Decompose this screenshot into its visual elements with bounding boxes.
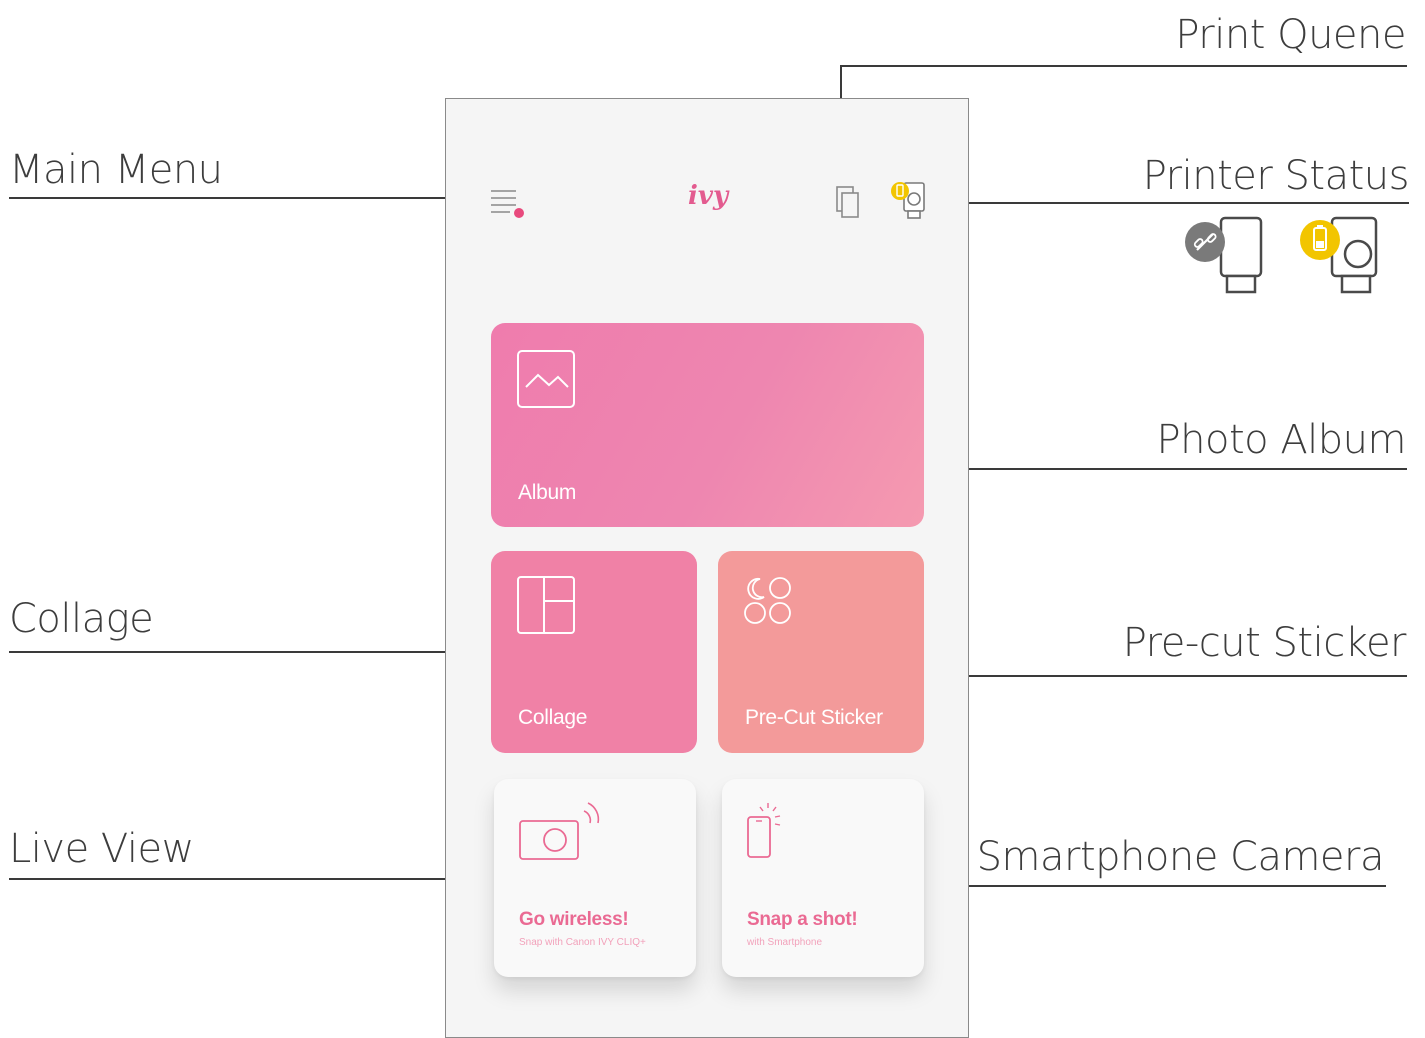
leader-print-queue-h [840, 65, 1407, 67]
image-icon [517, 350, 575, 408]
collage-label: Collage [518, 706, 588, 729]
printer-status-icon [891, 182, 925, 219]
printer-low-battery-icon [1298, 214, 1384, 296]
callout-collage: Collage [9, 596, 154, 642]
main-menu-button[interactable] [490, 187, 530, 221]
print-queue-icon [836, 186, 859, 218]
phone-screen: ivy Album Collage Pre-Cut Sticker Go wir… [445, 98, 969, 1038]
callout-print-queue: Print Quene [1175, 12, 1406, 58]
pre-cut-sticker-tile[interactable]: Pre-Cut Sticker [718, 551, 924, 753]
hamburger-menu-icon [491, 190, 524, 218]
callout-printer-status: Printer Status [1142, 153, 1410, 199]
album-label: Album [518, 481, 577, 504]
live-view-card[interactable]: Go wireless! Snap with Canon IVY CLIQ+ [494, 779, 696, 977]
callout-live-view: Live View [9, 826, 194, 872]
printer-status-button[interactable] [886, 179, 932, 225]
callout-smartphone-camera: Smartphone Camera [976, 834, 1385, 880]
leader-printer-status [942, 202, 1409, 204]
leader-pre-cut-sticker [900, 675, 1407, 677]
smartphone-camera-subtitle: with Smartphone [747, 937, 823, 948]
collage-tile[interactable]: Collage [491, 551, 697, 753]
smartphone-camera-card[interactable]: Snap a shot! with Smartphone [722, 779, 924, 977]
wireless-camera-icon [519, 802, 600, 860]
printer-disconnected-icon [1183, 214, 1269, 296]
smartphone-icon [747, 803, 781, 858]
sticker-circles-icon [744, 577, 791, 624]
leader-main-menu [9, 197, 482, 199]
smartphone-camera-title: Snap a shot! [747, 909, 858, 930]
album-tile[interactable]: Album [491, 323, 924, 527]
pre-cut-sticker-label: Pre-Cut Sticker [745, 706, 883, 729]
callout-pre-cut-sticker: Pre-cut Sticker [1122, 620, 1407, 666]
callout-photo-album: Photo Album [1156, 417, 1407, 463]
print-queue-button[interactable] [834, 183, 864, 223]
callout-main-menu: Main Menu [9, 147, 223, 193]
collage-layout-icon [517, 576, 575, 634]
app-logo: ivy [687, 181, 729, 211]
live-view-subtitle: Snap with Canon IVY CLIQ+ [519, 937, 646, 948]
live-view-title: Go wireless! [519, 909, 629, 930]
